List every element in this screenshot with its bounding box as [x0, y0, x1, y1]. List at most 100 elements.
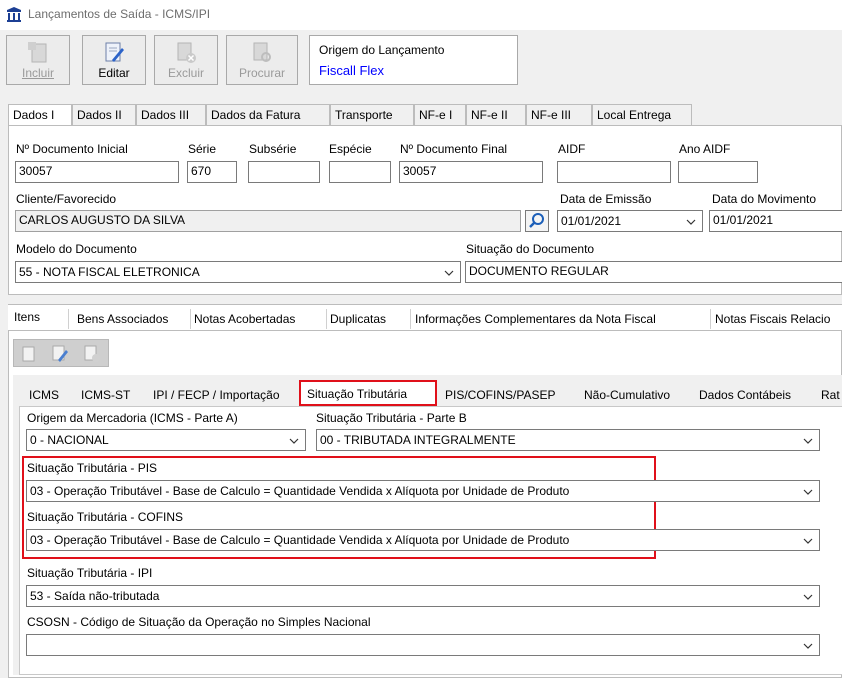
cliente-label: Cliente/Favorecido: [16, 192, 117, 206]
tab-dados-iii[interactable]: Dados III: [136, 104, 206, 126]
procurar-button[interactable]: Procurar: [226, 35, 298, 85]
tab-duplicatas[interactable]: Duplicatas: [330, 312, 386, 326]
tab-nao-cumulativo[interactable]: Não-Cumulativo: [584, 388, 670, 402]
tab-transporte[interactable]: Transporte: [330, 104, 414, 126]
pis-select[interactable]: 03 - Operação Tributável - Base de Calcu…: [26, 480, 820, 502]
tab-situacao-tributaria[interactable]: Situação Tributária: [299, 380, 437, 406]
tab-divider: [326, 309, 327, 329]
modelo-select[interactable]: 55 - NOTA FISCAL ELETRONICA: [15, 261, 461, 283]
delete-item-icon[interactable]: [82, 344, 102, 364]
especie-label: Espécie: [329, 142, 372, 156]
situacao-doc-label: Situação do Documento: [466, 242, 595, 256]
chevron-down-icon: [803, 538, 813, 544]
parte-b-value: 00 - TRIBUTADA INTEGRALMENTE: [320, 433, 516, 447]
cliente-field[interactable]: CARLOS AUGUSTO DA SILVA: [15, 210, 521, 232]
search-document-icon: [253, 42, 271, 62]
data-movimento-field[interactable]: 01/01/2021: [709, 210, 842, 232]
tab-nfe-i[interactable]: NF-e I: [414, 104, 466, 126]
cofins-label: Situação Tributária - COFINS: [27, 510, 184, 524]
parte-b-label: Situação Tributária - Parte B: [316, 411, 467, 425]
tab-dados-contabeis[interactable]: Dados Contábeis: [699, 388, 791, 402]
ipi-select[interactable]: 53 - Saída não-tributada: [26, 585, 820, 607]
tab-pis-cofins[interactable]: PIS/COFINS/PASEP: [445, 388, 555, 402]
tab-label: NF-e I: [419, 108, 453, 122]
tributos-area: ICMS ICMS-ST IPI / FECP / Importação Sit…: [13, 375, 842, 675]
tab-divider: [710, 309, 711, 329]
parte-b-select[interactable]: 00 - TRIBUTADA INTEGRALMENTE: [316, 429, 820, 451]
chevron-down-icon: [444, 270, 454, 276]
chevron-down-icon: [803, 643, 813, 649]
chevron-down-icon: [803, 489, 813, 495]
chevron-down-icon: [803, 594, 813, 600]
doc-final-field[interactable]: 30057: [399, 161, 543, 183]
tab-label: Transporte: [335, 108, 393, 122]
tab-notas-fiscais-relacionadas[interactable]: Notas Fiscais Relacio: [715, 312, 830, 326]
doc-inicial-label: Nº Documento Inicial: [16, 142, 128, 156]
editar-button[interactable]: Editar: [82, 35, 146, 85]
delete-document-icon: [177, 42, 196, 63]
aidf-field[interactable]: [557, 161, 671, 183]
tab-label: Dados da Fatura: [211, 108, 301, 122]
tab-icms-st[interactable]: ICMS-ST: [81, 388, 130, 402]
edit-document-icon: [105, 42, 124, 62]
tab-itens[interactable]: Itens: [14, 310, 40, 324]
tab-label: NF-e III: [531, 108, 572, 122]
data-emissao-value: 01/01/2021: [561, 214, 622, 228]
edit-item-icon[interactable]: [50, 344, 70, 364]
tab-local-entrega[interactable]: Local Entrega: [592, 104, 692, 126]
tab-label: Situação Tributária: [307, 387, 408, 401]
excluir-label: Excluir: [167, 66, 204, 80]
ano-aidf-label: Ano AIDF: [679, 142, 731, 156]
modelo-label: Modelo do Documento: [16, 242, 137, 256]
data-emissao-label: Data de Emissão: [560, 192, 652, 206]
origem-lancamento-box: Origem do Lançamento Fiscall Flex: [309, 35, 518, 85]
ipi-label: Situação Tributária - IPI: [27, 566, 153, 580]
tab-dados-fatura[interactable]: Dados da Fatura: [206, 104, 330, 126]
new-item-icon[interactable]: [18, 344, 38, 364]
data-movimento-label: Data do Movimento: [712, 192, 817, 206]
tab-divider: [68, 309, 69, 329]
data-emissao-field[interactable]: 01/01/2021: [557, 210, 703, 232]
tab-nfe-ii[interactable]: NF-e II: [466, 104, 526, 126]
situacao-doc-field[interactable]: DOCUMENTO REGULAR: [465, 261, 842, 283]
tab-label: Dados III: [141, 108, 190, 122]
cofins-select[interactable]: 03 - Operação Tributável - Base de Calcu…: [26, 529, 820, 551]
top-tab-strip: Dados I Dados II Dados III Dados da Fatu…: [8, 104, 842, 126]
csosn-select[interactable]: [26, 634, 820, 656]
tab-dados-i[interactable]: Dados I: [8, 104, 72, 126]
doc-inicial-field[interactable]: 30057: [15, 161, 179, 183]
tab-icms[interactable]: ICMS: [29, 388, 59, 402]
subserie-field[interactable]: [248, 161, 320, 183]
incluir-label: Incluir: [21, 66, 54, 80]
item-toolbar: [13, 339, 109, 367]
window-title: Lançamentos de Saída - ICMS/IPI: [28, 7, 211, 21]
tab-label: Dados I: [13, 108, 55, 122]
ipi-value: 53 - Saída não-tributada: [30, 589, 160, 603]
tab-ipi-fecp[interactable]: IPI / FECP / Importação: [153, 388, 280, 402]
origem-mercadoria-select[interactable]: 0 - NACIONAL: [26, 429, 306, 451]
title-bar: Lançamentos de Saída - ICMS/IPI: [0, 0, 842, 30]
serie-field[interactable]: 670: [187, 161, 237, 183]
ano-aidf-field[interactable]: [678, 161, 758, 183]
tab-bens-associados[interactable]: Bens Associados: [77, 312, 168, 326]
editar-label: Editar: [98, 66, 130, 80]
tab-informacoes-complementares[interactable]: Informações Complementares da Nota Fisca…: [415, 312, 656, 326]
especie-field[interactable]: [329, 161, 391, 183]
chevron-down-icon: [289, 438, 299, 444]
tab-label: NF-e II: [471, 108, 508, 122]
subserie-label: Subsérie: [249, 142, 297, 156]
tab-nfe-iii[interactable]: NF-e III: [526, 104, 592, 126]
origem-value: Fiscall Flex: [319, 63, 385, 78]
csosn-label: CSOSN - Código de Situação da Operação n…: [27, 615, 371, 629]
excluir-button[interactable]: Excluir: [154, 35, 218, 85]
itens-panel: ICMS ICMS-ST IPI / FECP / Importação Sit…: [8, 330, 842, 678]
tab-dados-ii[interactable]: Dados II: [72, 104, 136, 126]
origem-caption: Origem do Lançamento: [319, 43, 445, 57]
mid-tab-strip: Itens Bens Associados Notas Acobertadas …: [8, 304, 842, 330]
tab-notas-acobertadas[interactable]: Notas Acobertadas: [194, 312, 295, 326]
doc-final-label: Nº Documento Final: [400, 142, 508, 156]
search-icon: [529, 213, 544, 228]
cliente-search-button[interactable]: [525, 210, 549, 232]
tab-rat[interactable]: Rat: [821, 388, 840, 402]
incluir-button[interactable]: Incluir: [6, 35, 70, 85]
